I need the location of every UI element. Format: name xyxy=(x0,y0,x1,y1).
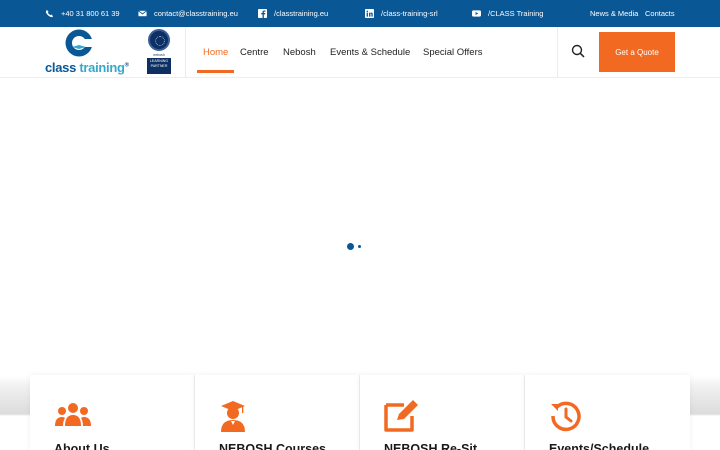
facebook-icon xyxy=(258,9,267,18)
header-divider xyxy=(185,27,186,78)
card-nebosh-courses[interactable]: NEBOSH Courses xyxy=(195,375,360,450)
nebosh-seal-icon xyxy=(148,29,170,51)
badge-small-text: nebosh xyxy=(153,53,165,57)
loader-dot xyxy=(358,245,361,248)
nav-active-underline xyxy=(197,70,234,73)
logo-word-training: training xyxy=(79,60,125,75)
card-about-us[interactable]: About Us xyxy=(30,375,195,450)
card-nebosh-resit[interactable]: NEBOSH Re-Sit xyxy=(360,375,525,450)
youtube-link[interactable]: /CLASS Training xyxy=(472,0,543,27)
header-divider xyxy=(557,27,558,78)
class-training-logo[interactable]: class training® xyxy=(43,29,143,75)
loading-spinner xyxy=(347,243,367,251)
email-text: contact@classtraining.eu xyxy=(154,9,238,18)
phone-text: +40 31 800 61 39 xyxy=(61,9,120,18)
nebosh-partner-badge: nebosh LEARNING PARTNER xyxy=(146,29,172,74)
card-title: NEBOSH Re-Sit xyxy=(384,442,478,450)
feature-cards: About Us NEBOSH Courses NEBOSH Re-Sit Ev… xyxy=(30,375,690,450)
news-media-link[interactable]: News & Media xyxy=(590,0,638,27)
card-title: NEBOSH Courses xyxy=(219,442,326,450)
linkedin-link[interactable]: /class-training-srl xyxy=(365,0,438,27)
users-icon xyxy=(55,403,91,426)
nav-centre[interactable]: Centre xyxy=(240,27,269,78)
youtube-icon xyxy=(472,9,481,18)
logo-registered-mark: ® xyxy=(124,62,129,69)
facebook-link[interactable]: /classtraining.eu xyxy=(258,0,328,27)
nav-events-schedule[interactable]: Events & Schedule xyxy=(330,27,410,78)
card-title: Events/Schedule xyxy=(549,442,650,450)
edit-icon xyxy=(384,400,418,432)
youtube-text: /CLASS Training xyxy=(488,9,544,18)
linkedin-icon xyxy=(365,9,374,18)
card-events-schedule[interactable]: Events/Schedule xyxy=(525,375,690,450)
envelope-icon xyxy=(138,9,147,18)
logo-wordmark: class training® xyxy=(45,60,129,75)
top-bar: +40 31 800 61 39 contact@classtraining.e… xyxy=(0,0,720,27)
linkedin-text: /class-training-srl xyxy=(381,9,438,18)
card-title: About Us xyxy=(54,442,110,450)
facebook-text: /classtraining.eu xyxy=(274,9,329,18)
logo-word-class: class xyxy=(45,60,77,75)
search-icon[interactable] xyxy=(571,44,585,58)
badge-box-text: LEARNING PARTNER xyxy=(147,58,171,74)
site-header: class training® nebosh LEARNING PARTNER … xyxy=(0,27,720,78)
get-quote-button[interactable]: Get a Quote xyxy=(599,32,675,72)
contacts-link[interactable]: Contacts xyxy=(645,0,675,27)
logo-c-icon xyxy=(65,29,93,57)
phone-link[interactable]: +40 31 800 61 39 xyxy=(45,0,120,27)
loader-dot xyxy=(347,243,354,250)
graduate-icon xyxy=(221,401,245,432)
phone-icon xyxy=(45,9,54,18)
nav-special-offers[interactable]: Special Offers xyxy=(423,27,483,78)
history-icon xyxy=(551,401,581,432)
nav-nebosh[interactable]: Nebosh xyxy=(283,27,316,78)
email-link[interactable]: contact@classtraining.eu xyxy=(138,0,238,27)
